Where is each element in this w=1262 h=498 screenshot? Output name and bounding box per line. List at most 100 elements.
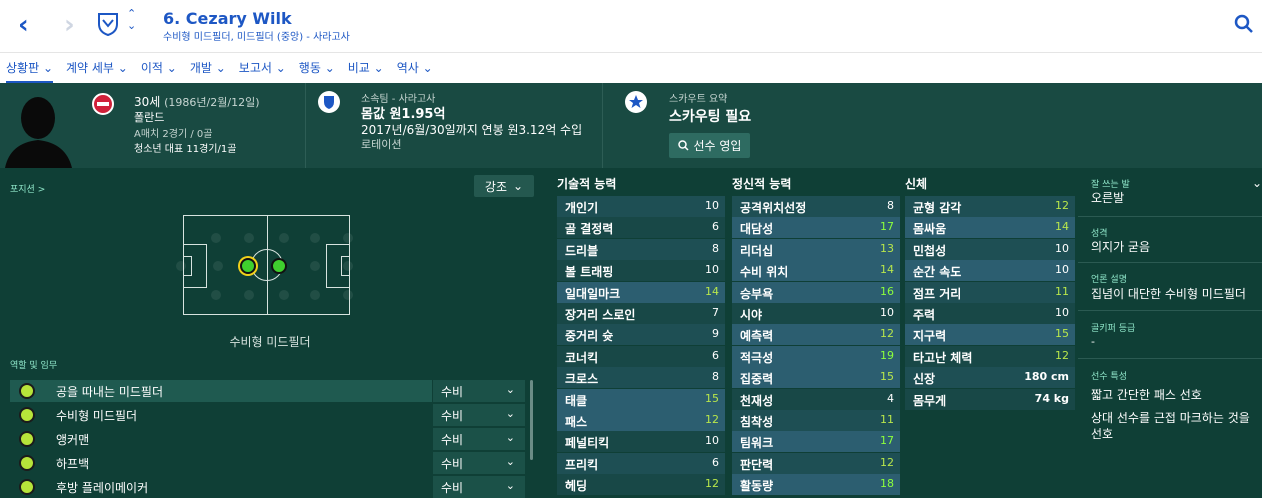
search-icon[interactable]	[1234, 14, 1254, 34]
player-nation[interactable]: 폴란드	[134, 109, 164, 125]
page-title: 6. Cezary Wilk	[163, 9, 292, 28]
personality-section: 성격 의지가 굳음	[1078, 216, 1262, 262]
tab-reports[interactable]: 보고서 ⌄	[239, 53, 286, 84]
role-row[interactable]: 앵커맨 수비 ⌄	[10, 428, 525, 450]
technical-attribute-row[interactable]: 개인기 10	[557, 196, 725, 217]
technical-attribute-row[interactable]: 볼 트래핑 10	[557, 260, 725, 282]
mental-attribute-row[interactable]: 승부욕 16	[732, 281, 900, 303]
sign-player-button[interactable]: 선수 영입	[669, 133, 750, 158]
duty-dropdown[interactable]: 수비 ⌄	[432, 452, 525, 474]
attribute-name: 드리블	[565, 243, 599, 258]
role-row[interactable]: 공을 따내는 미드필더 수비 ⌄	[10, 380, 525, 402]
mental-attribute-row[interactable]: 팀워크 17	[732, 431, 900, 453]
player-switch-icon[interactable]: ⌃ ⌄	[127, 8, 136, 32]
physical-attribute-row[interactable]: 순간 속도 10	[905, 260, 1075, 282]
mental-attribute-row[interactable]: 리더십 13	[732, 238, 900, 260]
attribute-name: 대담성	[740, 222, 774, 237]
role-row[interactable]: 수비형 미드필더 수비 ⌄	[10, 404, 525, 426]
technical-attribute-row[interactable]: 크로스 8	[557, 367, 725, 389]
tab-contract[interactable]: 계약 세부 ⌄	[66, 53, 128, 84]
attribute-value: 10	[1055, 263, 1069, 277]
role-name: 수비형 미드필더	[56, 408, 138, 423]
duty-dropdown[interactable]: 수비 ⌄	[432, 428, 525, 450]
mental-attribute-row[interactable]: 예측력 12	[732, 324, 900, 346]
attribute-value: 180 cm	[1024, 370, 1069, 384]
physical-attribute-row[interactable]: 주력 10	[905, 303, 1075, 324]
club-crest-icon[interactable]	[97, 12, 119, 36]
mental-attribute-row[interactable]: 대담성 17	[732, 217, 900, 239]
attribute-name: 코너킥	[565, 350, 599, 365]
tab-actions[interactable]: 행동 ⌄	[299, 53, 335, 84]
physical-attribute-row[interactable]: 민첩성 10	[905, 238, 1075, 260]
physical-attribute-row[interactable]: 몸무게 74 kg	[905, 388, 1075, 410]
attribute-name: 판단력	[740, 457, 774, 472]
attribute-value: 12	[880, 455, 894, 469]
tab-development[interactable]: 개발 ⌄	[190, 53, 226, 84]
physical-attribute-row[interactable]: 지구력 15	[905, 324, 1075, 346]
position-heading[interactable]: 포지션 >	[10, 182, 45, 195]
position-mc-marker[interactable]	[271, 258, 287, 274]
tab-overview[interactable]: 상황판 ⌄	[6, 53, 53, 84]
technical-attribute-row[interactable]: 페널티킥 10	[557, 431, 725, 453]
mental-attribute-row[interactable]: 집중력 15	[732, 367, 900, 389]
technical-attribute-row[interactable]: 코너킥 6	[557, 345, 725, 367]
tab-transfer[interactable]: 이적 ⌄	[141, 53, 177, 84]
top-bar: ‹ › ⌃ ⌄ 6. Cezary Wilk 수비형 미드필더, 미드필더 (중앙…	[0, 0, 1262, 52]
sign-player-label: 선수 영입	[693, 139, 742, 153]
attribute-value: 13	[880, 241, 894, 255]
technical-attribute-row[interactable]: 패스 12	[557, 410, 725, 431]
goalkeeper-rating-section: 골키퍼 등급 -	[1078, 310, 1262, 358]
chevron-down-icon[interactable]: ⌄	[1252, 176, 1262, 190]
preferred-foot-section: 잘 쓰는 발 오른발 ⌄	[1078, 168, 1262, 216]
attribute-value: 12	[1055, 199, 1069, 212]
mental-attribute-row[interactable]: 시야 10	[732, 303, 900, 324]
attribute-value: 9	[712, 327, 719, 341]
attribute-value: 12	[705, 413, 719, 426]
physical-heading: 신체	[905, 177, 928, 191]
technical-attribute-row[interactable]: 태클 15	[557, 388, 725, 410]
pitch-diagram	[183, 215, 350, 315]
chevron-down-icon: ⌄	[505, 383, 515, 396]
mental-attribute-row[interactable]: 판단력 12	[732, 452, 900, 474]
tab-history[interactable]: 역사 ⌄	[397, 53, 433, 84]
tab-compare[interactable]: 비교 ⌄	[348, 53, 384, 84]
attribute-value: 10	[880, 306, 894, 319]
back-arrow-icon[interactable]: ‹	[18, 10, 29, 40]
physical-attribute-row[interactable]: 점프 거리 11	[905, 281, 1075, 303]
player-trait: 상대 선수를 근접 마크하는 것을	[1091, 411, 1250, 425]
technical-attribute-row[interactable]: 골 결정력 6	[557, 217, 725, 239]
player-trait-continued: 선호	[1091, 427, 1114, 441]
forward-arrow-icon[interactable]: ›	[64, 10, 75, 40]
role-row[interactable]: 하프백 수비 ⌄	[10, 452, 525, 474]
roles-scrollbar[interactable]	[530, 380, 533, 460]
physical-attribute-row[interactable]: 타고난 체력 12	[905, 345, 1075, 367]
mental-attribute-row[interactable]: 침착성 11	[732, 410, 900, 431]
mental-attribute-row[interactable]: 수비 위치 14	[732, 260, 900, 282]
attribute-name: 타고난 체력	[913, 350, 973, 365]
role-name: 하프백	[56, 456, 90, 471]
attribute-value: 7	[712, 306, 719, 319]
player-age: 30세 (1986년/2월/12일)	[134, 95, 260, 109]
duty-dropdown[interactable]: 수비 ⌄	[432, 404, 525, 426]
attribute-name: 장거리 스로인	[565, 308, 636, 322]
highlight-dropdown[interactable]: 강조 ⌄	[474, 175, 534, 197]
physical-attribute-row[interactable]: 균형 감각 12	[905, 196, 1075, 217]
technical-attribute-row[interactable]: 장거리 스로인 7	[557, 303, 725, 324]
technical-attribute-row[interactable]: 프리킥 6	[557, 452, 725, 474]
mental-attribute-row[interactable]: 활동량 18	[732, 474, 900, 496]
role-name: 후방 플레이메이커	[56, 480, 149, 495]
technical-attribute-row[interactable]: 일대일마크 14	[557, 281, 725, 303]
technical-attribute-row[interactable]: 중거리 슛 9	[557, 324, 725, 346]
physical-attribute-row[interactable]: 신장 180 cm	[905, 367, 1075, 389]
attribute-value: 16	[880, 284, 894, 298]
chevron-down-icon: ⌄	[505, 407, 515, 420]
technical-attribute-row[interactable]: 드리블 8	[557, 238, 725, 260]
mental-attribute-row[interactable]: 천재성 4	[732, 388, 900, 410]
attribute-value: 15	[1055, 327, 1069, 341]
mental-attribute-row[interactable]: 공격위치선정 8	[732, 196, 900, 217]
position-dm-marker[interactable]	[240, 258, 256, 274]
duty-dropdown[interactable]: 수비 ⌄	[432, 380, 525, 402]
mental-attribute-row[interactable]: 적극성 19	[732, 345, 900, 367]
technical-attribute-row[interactable]: 헤딩 12	[557, 474, 725, 496]
physical-attribute-row[interactable]: 몸싸움 14	[905, 217, 1075, 239]
